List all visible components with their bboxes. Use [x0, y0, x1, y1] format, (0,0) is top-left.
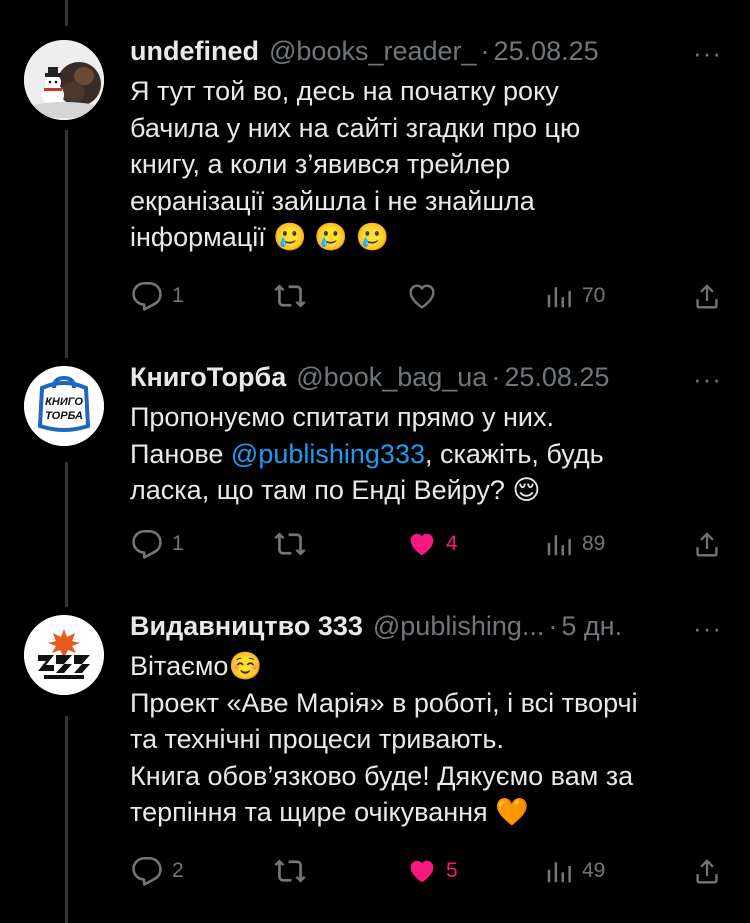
like-count: 5	[446, 859, 458, 882]
views-count: 49	[582, 859, 606, 882]
repost-button[interactable]	[273, 276, 315, 316]
reply-icon	[132, 281, 162, 311]
repost-icon	[274, 859, 306, 883]
avatar[interactable]	[24, 40, 104, 120]
reply-button[interactable]: 1	[130, 276, 184, 316]
tweet-text-line: бачила у них на сайті згадки про цю	[130, 112, 581, 143]
views-chart-icon	[547, 535, 571, 556]
reply-count: 1	[172, 532, 184, 555]
reply-button[interactable]: 2	[130, 851, 184, 891]
avatar[interactable]: КНИГО ТОРБА	[24, 366, 104, 446]
more-options-icon[interactable]: ···	[693, 364, 722, 395]
post-date[interactable]: 5 дн.	[561, 611, 622, 642]
publisher-logo-icon	[24, 615, 104, 695]
separator: ·	[480, 36, 490, 66]
tweet-text: Пропонуємо спитати прямо у них. Панове @…	[130, 399, 722, 509]
author-handle[interactable]: @book_bag_ua	[296, 362, 487, 393]
views-button[interactable]: 89	[544, 524, 605, 564]
more-options-icon[interactable]: ···	[693, 38, 722, 69]
tweet-text-line: терпіння та щире очікування 🧡	[130, 797, 529, 827]
reply-count: 2	[172, 859, 184, 882]
thread-line	[65, 462, 68, 607]
tweet-text-line: та технічні процеси тривають.	[130, 724, 504, 754]
text-segment: , скажіть, будь	[424, 438, 604, 469]
tweet-header: undefined @books_reader_ · 25.08.25	[130, 36, 722, 70]
repost-icon	[274, 532, 306, 556]
tweet-text-line: Панове @publishing333, скажіть, будь	[130, 436, 722, 473]
views-count: 70	[582, 284, 606, 307]
views-chart-icon	[547, 287, 571, 308]
tweet-text-line: Проект «Аве Марія» в роботі, і всі творч…	[130, 687, 638, 718]
author-handle[interactable]: @publishing...	[373, 611, 545, 642]
tweet-header: Видавництво 333 @publishing... · 5 дн.	[130, 611, 722, 645]
heart-icon	[409, 284, 435, 309]
share-icon	[696, 532, 718, 557]
tweet-actions: 1 70	[130, 276, 722, 316]
views-button[interactable]: 70	[544, 276, 605, 316]
views-chart-icon	[547, 862, 571, 883]
repost-button[interactable]	[273, 851, 315, 891]
tweet-text-line: ласка, що там по Енді Вейру? 😌	[130, 475, 541, 505]
separator: ·	[548, 611, 558, 641]
tweet-text-line: книгу, а коли з’явився трейлер	[130, 149, 511, 179]
tweet-text-line: інформації 🥲 🥲 🥲	[130, 222, 390, 252]
tweet-text-line: Пропонуємо спитати прямо у них.	[130, 402, 555, 432]
tweet-text: Я тут той во, десь на початку року бачил…	[130, 73, 722, 256]
author-name[interactable]: undefined	[130, 36, 259, 67]
tweet-text-line: екранізації зайшла і не знайшла	[130, 185, 535, 216]
author-name[interactable]: КнигоТорба	[130, 362, 286, 393]
thread-line	[65, 130, 68, 358]
views-count: 89	[582, 532, 606, 555]
avatar-logo-text: КНИГО	[45, 396, 83, 408]
thread-line	[65, 716, 68, 923]
share-icon	[696, 859, 718, 884]
reply-icon	[132, 856, 162, 886]
share-button[interactable]	[692, 276, 722, 316]
reply-button[interactable]: 1	[130, 524, 184, 564]
post-date[interactable]: 25.08.25	[504, 362, 609, 393]
more-options-icon[interactable]: ···	[693, 613, 722, 644]
tweet-text-line: Я тут той во, десь на початку року	[130, 76, 559, 106]
post-date[interactable]: 25.08.25	[494, 36, 599, 67]
tweet-text-line: Книга обов’язково буде! Дякуємо вам за	[130, 760, 634, 791]
like-count: 4	[446, 532, 458, 555]
share-button[interactable]	[692, 851, 722, 891]
tweet-text: Вітаємо☺️ Проект «Аве Марія» в роботі, і…	[130, 648, 722, 831]
reply-icon	[132, 529, 162, 559]
views-button[interactable]: 49	[544, 851, 605, 891]
tweet-actions: 2 5 49	[130, 851, 722, 891]
share-icon	[696, 284, 718, 309]
author-name[interactable]: Видавництво 333	[130, 611, 363, 642]
tweet-actions: 1 4 89	[130, 524, 722, 564]
heart-filled-icon	[410, 533, 434, 556]
like-button[interactable]	[406, 276, 446, 316]
thread-line	[65, 0, 68, 26]
like-button[interactable]: 4	[406, 524, 458, 564]
avatar-logo-text: ТОРБА	[45, 410, 83, 422]
tweet-header: КнигоТорба @book_bag_ua · 25.08.25	[130, 362, 722, 396]
heart-filled-icon	[410, 860, 434, 883]
separator: ·	[491, 362, 501, 392]
text-segment: Панове	[130, 438, 231, 469]
tweet-text-line: Вітаємо☺️	[130, 651, 263, 681]
like-button[interactable]: 5	[406, 851, 458, 891]
repost-button[interactable]	[273, 524, 315, 564]
reply-count: 1	[172, 284, 184, 307]
repost-icon	[274, 284, 306, 308]
share-button[interactable]	[692, 524, 722, 564]
mention-link[interactable]: @publishing333	[231, 439, 425, 469]
author-handle[interactable]: @books_reader_	[269, 36, 477, 67]
avatar[interactable]	[24, 615, 104, 695]
